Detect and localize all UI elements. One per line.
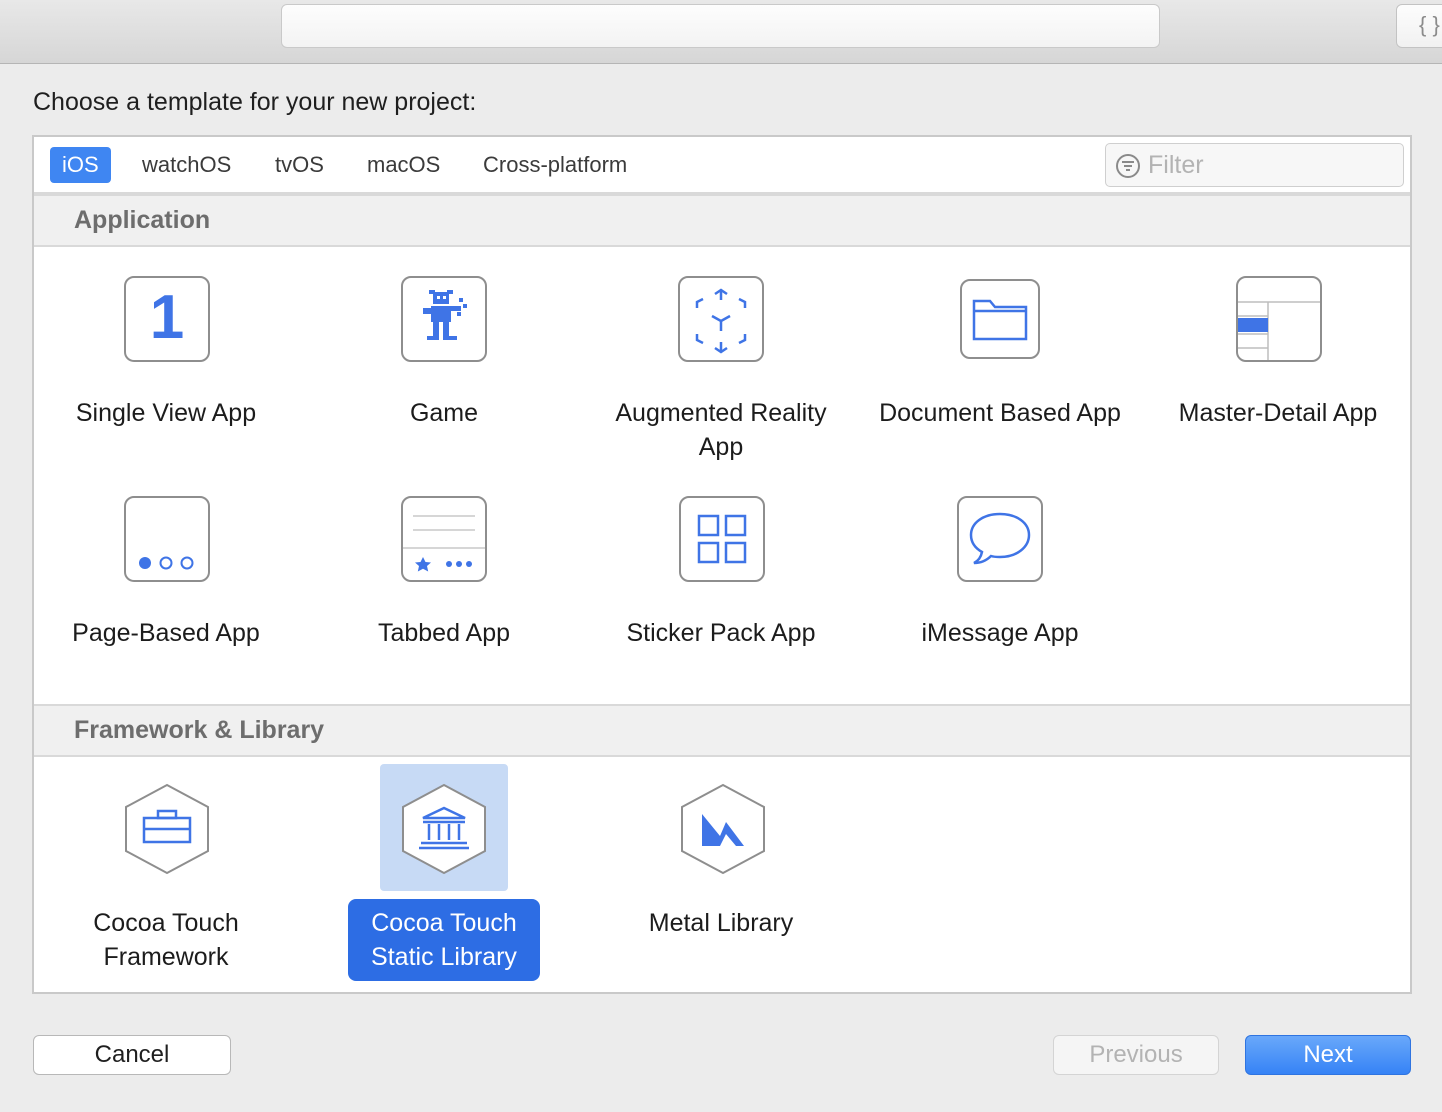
folder-icon	[960, 279, 1040, 359]
window-toolbar: { }	[0, 0, 1442, 64]
platform-tabbar: iOS watchOS tvOS macOS Cross-platform	[34, 137, 1410, 194]
template-label: Game	[409, 399, 479, 427]
tab-macos[interactable]: macOS	[355, 147, 452, 183]
section-header-application: Application	[34, 194, 1410, 247]
section-header-framework-library: Framework & Library	[34, 704, 1410, 757]
template-label: Single View App	[75, 399, 257, 427]
next-button[interactable]: Next	[1245, 1035, 1411, 1075]
filter-input[interactable]	[1148, 150, 1388, 180]
metal-icon	[681, 783, 765, 875]
previous-button[interactable]: Previous	[1053, 1035, 1219, 1075]
tab-ios[interactable]: iOS	[50, 147, 111, 183]
template-label: Augmented Reality App	[615, 399, 827, 461]
template-label: Master-Detail App	[1178, 399, 1378, 427]
speech-bubble-icon	[957, 496, 1043, 582]
template-label: iMessage App	[921, 619, 1079, 647]
single-view-icon: 1	[124, 276, 210, 362]
template-label: Cocoa Touch Framework	[93, 909, 239, 971]
filter-icon	[1116, 154, 1140, 178]
cancel-button[interactable]: Cancel	[33, 1035, 231, 1075]
template-panel: iOS watchOS tvOS macOS Cross-platform Ap…	[32, 135, 1412, 994]
master-detail-icon	[1236, 276, 1322, 362]
template-label: Sticker Pack App	[626, 619, 816, 647]
grid-icon	[679, 496, 765, 582]
toolbox-icon	[125, 783, 209, 875]
dialog-prompt: Choose a template for your new project:	[33, 88, 477, 116]
tab-bar-icon	[401, 496, 487, 582]
template-label: Page-Based App	[72, 619, 260, 647]
tab-watchos[interactable]: watchOS	[130, 147, 243, 183]
activity-view	[281, 4, 1160, 48]
template-label: Metal Library	[648, 909, 794, 937]
library-building-icon	[402, 783, 486, 875]
template-label: Tabbed App	[377, 619, 511, 647]
game-icon	[401, 276, 487, 362]
page-dots-icon	[124, 496, 210, 582]
ar-cube-icon	[678, 276, 764, 362]
tab-tvos[interactable]: tvOS	[263, 147, 336, 183]
code-review-button[interactable]: { }	[1396, 4, 1442, 48]
template-label-selected: Cocoa Touch Static Library	[348, 899, 540, 981]
template-label: Document Based App	[879, 399, 1121, 427]
tab-cross-platform[interactable]: Cross-platform	[471, 147, 639, 183]
filter-field[interactable]	[1105, 143, 1404, 187]
